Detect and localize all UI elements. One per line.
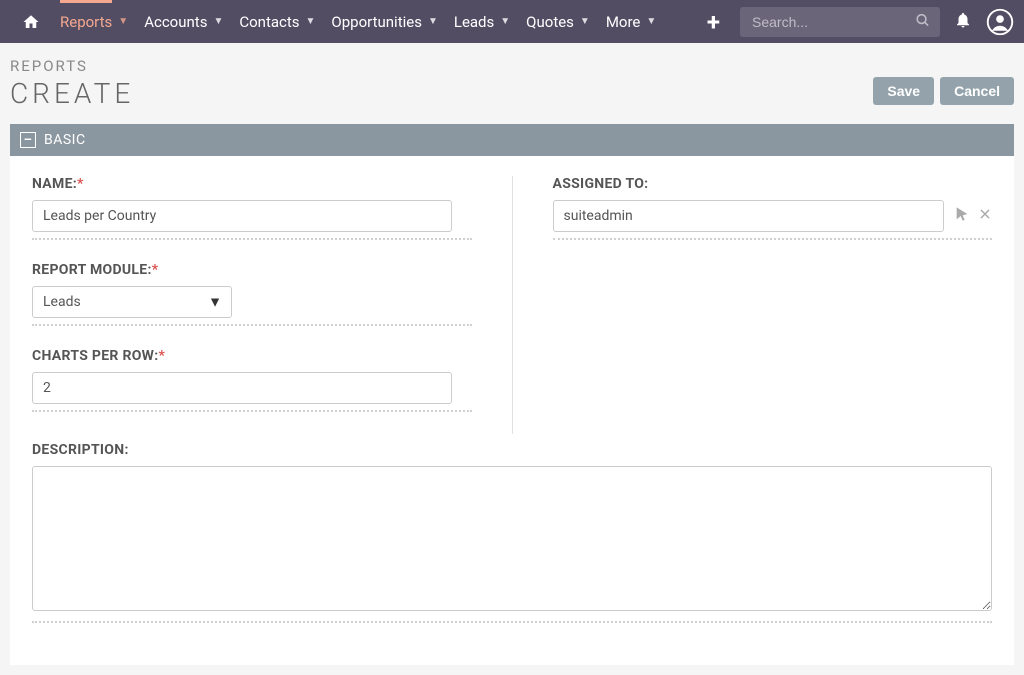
avatar-icon[interactable] <box>986 8 1014 36</box>
panel-title: BASIC <box>44 132 86 148</box>
chevron-down-icon: ▼ <box>500 16 510 27</box>
form-row-1: NAME:* REPORT MODULE:* Leads ▼ <box>32 176 992 434</box>
chevron-down-icon: ▼ <box>213 16 223 27</box>
nav-label: Quotes <box>526 13 574 31</box>
nav-reports[interactable]: Reports ▼ <box>52 0 136 43</box>
nav-right: + <box>701 7 1014 37</box>
plus-icon[interactable]: + <box>701 8 726 36</box>
nav-accounts[interactable]: Accounts ▼ <box>136 0 231 43</box>
required-star: * <box>158 348 165 364</box>
assigned-to-input[interactable] <box>553 200 945 232</box>
nav-more[interactable]: More ▼ <box>598 0 664 43</box>
nav-quotes[interactable]: Quotes ▼ <box>518 0 598 43</box>
chevron-down-icon: ▼ <box>580 16 590 27</box>
assigned-to-label: ASSIGNED TO: <box>553 176 993 192</box>
form-col-right: ASSIGNED TO: <box>513 176 993 434</box>
save-button[interactable]: Save <box>873 77 934 105</box>
nav-label: Opportunities <box>331 13 422 31</box>
name-group: NAME:* <box>32 176 472 240</box>
dotted-divider <box>32 324 472 326</box>
top-navbar: Reports ▼ Accounts ▼ Contacts ▼ Opportun… <box>0 0 1024 43</box>
description-textarea[interactable] <box>32 466 992 611</box>
description-section: DESCRIPTION: <box>32 442 992 623</box>
page-header: REPORTS CREATE Save Cancel <box>0 43 1024 118</box>
panel-body: NAME:* REPORT MODULE:* Leads ▼ <box>10 156 1014 665</box>
nav-leads[interactable]: Leads ▼ <box>446 0 518 43</box>
page-title: CREATE <box>10 77 134 110</box>
report-module-select-wrap: Leads ▼ <box>32 286 232 318</box>
charts-per-row-input[interactable] <box>32 372 452 404</box>
search-wrapper <box>740 7 940 37</box>
chevron-down-icon: ▼ <box>118 16 128 27</box>
assigned-to-wrap <box>553 200 993 232</box>
chevron-down-icon: ▼ <box>428 16 438 27</box>
name-input[interactable] <box>32 200 452 232</box>
description-label: DESCRIPTION: <box>32 442 992 458</box>
chevron-down-icon: ▼ <box>306 16 316 27</box>
assigned-to-group: ASSIGNED TO: <box>553 176 993 240</box>
report-module-group: REPORT MODULE:* Leads ▼ <box>32 262 472 326</box>
nav-items: Reports ▼ Accounts ▼ Contacts ▼ Opportun… <box>52 0 701 43</box>
description-group: DESCRIPTION: <box>32 442 992 623</box>
search-input[interactable] <box>740 7 940 37</box>
basic-panel: – BASIC NAME:* REPORT MODULE:* <box>10 124 1014 665</box>
panel-header: – BASIC <box>10 124 1014 156</box>
assigned-icons <box>954 206 992 226</box>
header-buttons: Save Cancel <box>873 77 1014 105</box>
dotted-divider <box>553 238 993 240</box>
nav-label: Accounts <box>144 13 207 31</box>
form-col-left: NAME:* REPORT MODULE:* Leads ▼ <box>32 176 513 434</box>
cancel-button[interactable]: Cancel <box>940 77 1014 105</box>
nav-label: Reports <box>60 13 112 31</box>
chevron-down-icon: ▼ <box>646 16 656 27</box>
page-titles: REPORTS CREATE <box>10 57 134 110</box>
home-icon[interactable] <box>10 13 52 31</box>
charts-per-row-group: CHARTS PER ROW:* <box>32 348 472 412</box>
nav-label: More <box>606 13 641 31</box>
bell-icon[interactable] <box>954 11 972 33</box>
nav-label: Contacts <box>239 13 299 31</box>
charts-per-row-label: CHARTS PER ROW:* <box>32 348 472 364</box>
clear-icon[interactable] <box>978 206 992 226</box>
dotted-divider <box>32 410 472 412</box>
nav-opportunities[interactable]: Opportunities ▼ <box>323 0 445 43</box>
required-star: * <box>152 262 159 278</box>
nav-label: Leads <box>454 13 494 31</box>
report-module-select[interactable]: Leads <box>32 286 232 318</box>
module-name: REPORTS <box>10 57 134 75</box>
name-label: NAME:* <box>32 176 472 192</box>
dotted-divider <box>32 238 472 240</box>
nav-contacts[interactable]: Contacts ▼ <box>231 0 323 43</box>
required-star: * <box>77 176 84 192</box>
collapse-toggle[interactable]: – <box>20 132 36 148</box>
report-module-label: REPORT MODULE:* <box>32 262 472 278</box>
search-icon[interactable] <box>915 12 930 31</box>
cursor-icon[interactable] <box>954 206 970 226</box>
